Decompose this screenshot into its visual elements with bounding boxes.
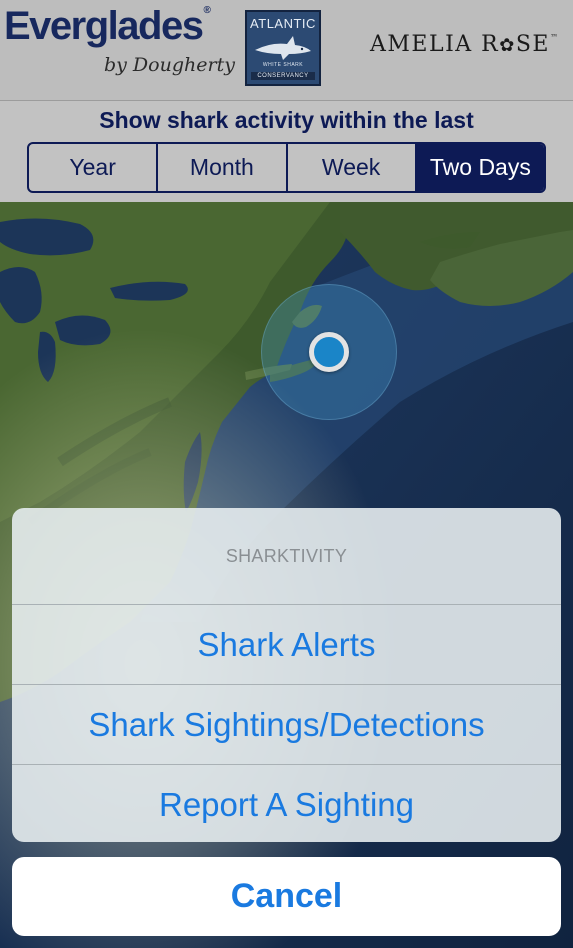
filter-title: Show shark activity within the last — [99, 107, 474, 133]
shark-alerts-button[interactable]: Shark Alerts — [12, 605, 561, 685]
cancel-button[interactable]: Cancel — [12, 857, 561, 936]
everglades-logo-text: Everglades — [4, 4, 204, 48]
amelia-rose-text-2: SE — [515, 32, 550, 57]
segment-year[interactable]: Year — [29, 144, 159, 191]
awsc-top-text: ATLANTIC — [250, 16, 316, 31]
time-range-segmented-control: Year Month Week Two Days — [27, 142, 546, 193]
shark-sightings-detections-button[interactable]: Shark Sightings/Detections — [12, 685, 561, 765]
atlantic-white-shark-conservancy-logo[interactable]: ATLANTIC WHITE SHARK CONSERVANCY — [245, 10, 321, 86]
sponsor-header: Everglades® by Dougherty ATLANTIC WHITE … — [0, 0, 573, 101]
segment-month[interactable]: Month — [158, 144, 288, 191]
awsc-bottom-text: CONSERVANCY — [251, 72, 315, 80]
location-dot-icon[interactable] — [309, 332, 349, 372]
amelia-rose-logo[interactable]: AMELIA R✿SE™ — [370, 34, 559, 56]
everglades-logo[interactable]: Everglades® — [4, 4, 211, 48]
awsc-small-text: WHITE SHARK — [262, 62, 304, 68]
sharktivity-action-sheet: SHARKTIVITY Shark Alerts Shark Sightings… — [12, 508, 561, 842]
registered-mark: ® — [203, 5, 210, 16]
everglades-subtitle: by Dougherty — [104, 54, 235, 76]
activity-filter-bar: Show shark activity within the last Year… — [0, 101, 573, 202]
amelia-rose-text-1: AMELIA R — [370, 32, 500, 57]
segment-week[interactable]: Week — [288, 144, 417, 191]
trademark: ™ — [549, 33, 560, 42]
rose-icon: ✿ — [499, 35, 516, 56]
shark-icon — [255, 36, 311, 60]
action-sheet-title: SHARKTIVITY — [12, 508, 561, 605]
report-a-sighting-button[interactable]: Report A Sighting — [12, 765, 561, 842]
segment-two-days[interactable]: Two Days — [416, 144, 544, 191]
